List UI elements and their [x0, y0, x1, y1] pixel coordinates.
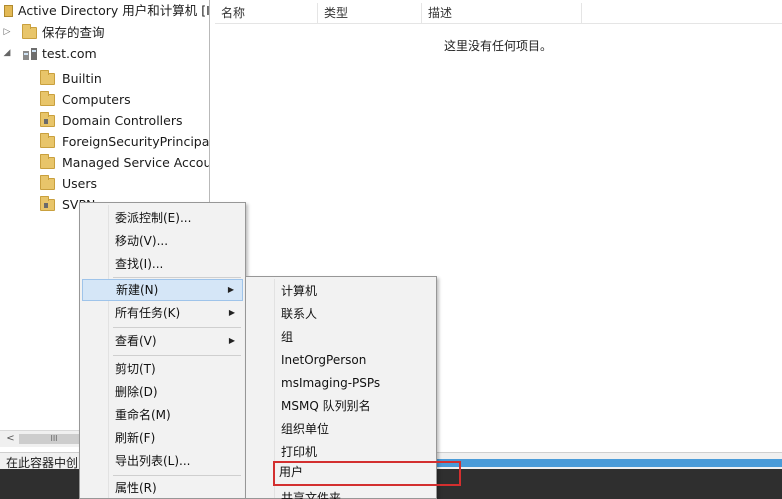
- menu-item-export-list[interactable]: 导出列表(L)...: [82, 450, 243, 472]
- column-header-description[interactable]: 描述: [422, 3, 582, 24]
- status-accent-bar: [437, 459, 782, 467]
- tree-item-users[interactable]: Users: [0, 173, 209, 194]
- menu-item-label: 委派控制(E)...: [115, 211, 192, 225]
- tree-item-managed-service-accounts[interactable]: Managed Service Accou: [0, 152, 210, 173]
- submenu-item-computer[interactable]: 计算机: [248, 280, 434, 302]
- menu-item-label: 新建(N): [116, 283, 159, 297]
- menu-item-all-tasks[interactable]: 所有任务(K) ▶: [82, 302, 243, 324]
- menu-item-label: 计算机: [281, 284, 318, 298]
- folder-icon: [40, 91, 55, 106]
- tree-item-foreign-security-principals[interactable]: ForeignSecurityPrincipal: [0, 131, 210, 152]
- tree-item-label: 保存的查询: [42, 25, 105, 40]
- tree-item-label: ForeignSecurityPrincipal: [62, 134, 210, 149]
- menu-item-move[interactable]: 移动(V)...: [82, 230, 243, 252]
- menu-item-label: 剪切(T): [115, 362, 156, 376]
- submenu-arrow-icon: ▶: [228, 308, 235, 317]
- menu-item-cut[interactable]: 剪切(T): [82, 358, 243, 380]
- menu-item-label: 用户: [279, 465, 304, 479]
- menu-item-refresh[interactable]: 刷新(F): [82, 427, 243, 449]
- menu-item-label: 重命名(M): [115, 408, 171, 422]
- menu-item-label: 组: [281, 330, 294, 344]
- menu-item-label: 所有任务(K): [115, 306, 181, 320]
- submenu-item-inetorgperson[interactable]: InetOrgPerson: [248, 349, 434, 371]
- tree-item-domain[interactable]: ◢ test.com: [0, 43, 209, 64]
- domain-icon: [23, 48, 37, 60]
- folder-icon: [22, 24, 37, 39]
- menu-item-label: 刷新(F): [115, 431, 156, 445]
- menu-item-label: 联系人: [281, 307, 318, 321]
- submenu-item-msmq-queue-alias[interactable]: MSMQ 队列别名: [248, 395, 434, 417]
- menu-item-delete[interactable]: 删除(D): [82, 381, 243, 403]
- ou-folder-icon: [40, 112, 55, 127]
- menu-item-label: 查找(I)...: [115, 257, 164, 271]
- menu-item-find[interactable]: 查找(I)...: [82, 253, 243, 275]
- submenu-item-user[interactable]: 用户: [273, 461, 461, 486]
- menu-item-label: 移动(V)...: [115, 234, 169, 248]
- submenu-item-msimaging-psps[interactable]: msImaging-PSPs: [248, 372, 434, 394]
- menu-item-label: 属性(R): [115, 481, 157, 495]
- menu-item-label: 删除(D): [115, 385, 158, 399]
- menu-item-label: msImaging-PSPs: [281, 376, 381, 390]
- submenu-item-contact[interactable]: 联系人: [248, 303, 434, 325]
- tree-item-computers[interactable]: Computers: [0, 89, 209, 110]
- menu-item-properties[interactable]: 属性(R): [82, 477, 243, 499]
- column-header: 名称 类型 描述: [215, 3, 782, 24]
- menu-separator: [113, 475, 241, 476]
- submenu-arrow-icon: ▶: [227, 285, 234, 294]
- ou-folder-icon: [40, 196, 55, 211]
- collapse-arrow-icon[interactable]: ◢: [2, 43, 12, 64]
- tree-item-label: Users: [62, 176, 98, 191]
- menu-item-view[interactable]: 查看(V) ▶: [82, 330, 243, 352]
- column-header-type[interactable]: 类型: [318, 3, 422, 24]
- tree-item-label: Domain Controllers: [62, 113, 183, 128]
- menu-item-label: InetOrgPerson: [281, 353, 367, 367]
- tree-root[interactable]: Active Directory 用户和计算机 [I: [0, 0, 210, 21]
- menu-separator: [113, 277, 241, 278]
- tree-item-domain-controllers[interactable]: Domain Controllers: [0, 110, 209, 131]
- submenu-item-group[interactable]: 组: [248, 326, 434, 348]
- tree-root-label: Active Directory 用户和计算机 [I: [18, 3, 210, 18]
- menu-item-rename[interactable]: 重命名(M): [82, 404, 243, 426]
- tree-item-label: test.com: [42, 46, 97, 61]
- folder-icon: [40, 175, 55, 190]
- submenu-item-printer[interactable]: 打印机: [248, 441, 434, 463]
- tree-item-saved-queries[interactable]: ▷ 保存的查询: [0, 22, 209, 43]
- submenu-arrow-icon: ▶: [228, 336, 235, 345]
- context-menu: 委派控制(E)... 移动(V)... 查找(I)... 新建(N) ▶ 所有任…: [79, 202, 246, 499]
- folder-icon: [40, 70, 55, 85]
- menu-item-delegate-control[interactable]: 委派控制(E)...: [82, 207, 243, 229]
- menu-item-label: 共享文件夹: [281, 491, 342, 499]
- menu-item-label: 组织单位: [281, 422, 330, 436]
- menu-item-label: 导出列表(L)...: [115, 454, 191, 468]
- scroll-left-button[interactable]: <: [2, 431, 19, 447]
- tree-item-builtin[interactable]: Builtin: [0, 68, 209, 89]
- submenu-item-shared-folder[interactable]: 共享文件夹: [248, 487, 434, 499]
- menu-item-label: MSMQ 队列别名: [281, 399, 371, 413]
- menu-item-new[interactable]: 新建(N) ▶: [82, 279, 243, 301]
- column-header-name[interactable]: 名称: [215, 3, 318, 24]
- ad-snapin-icon: [4, 5, 13, 17]
- folder-icon: [40, 133, 55, 148]
- submenu-item-organizational-unit[interactable]: 组织单位: [248, 418, 434, 440]
- expand-arrow-icon[interactable]: ▷: [2, 22, 12, 43]
- new-submenu: 计算机 联系人 组 InetOrgPerson msImaging-PSPs M…: [245, 276, 461, 499]
- tree-item-label: Computers: [62, 92, 131, 107]
- menu-separator: [113, 327, 241, 328]
- empty-list-message: 这里没有任何项目。: [444, 39, 553, 53]
- menu-separator: [113, 355, 241, 356]
- menu-item-label: 打印机: [281, 445, 318, 459]
- tree-item-label: Managed Service Accou: [62, 155, 210, 170]
- menu-item-label: 查看(V): [115, 334, 157, 348]
- tree-item-label: Builtin: [62, 71, 102, 86]
- folder-icon: [40, 154, 55, 169]
